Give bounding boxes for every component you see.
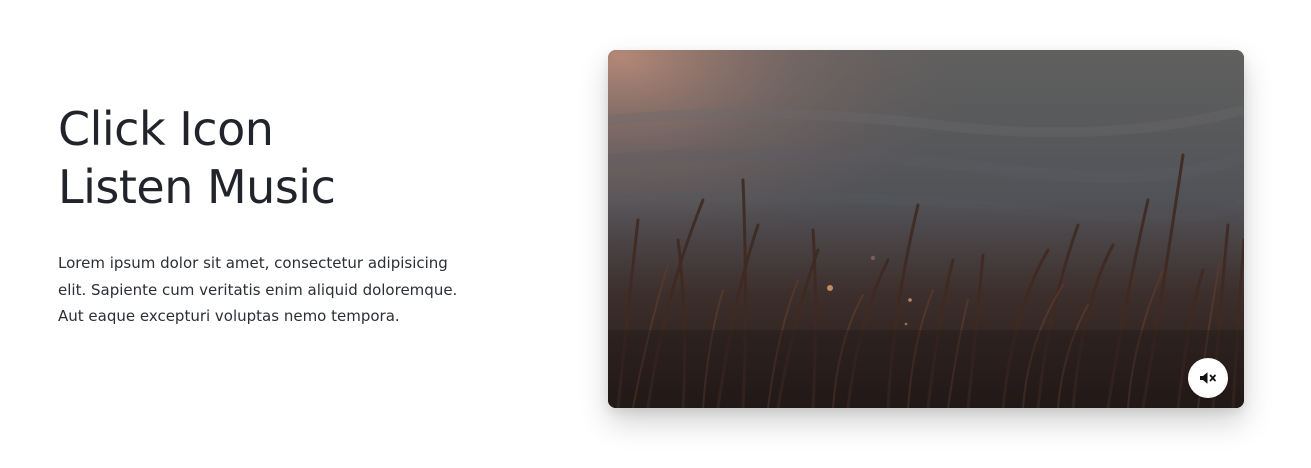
hero-title-line-2: Listen Music bbox=[58, 160, 336, 214]
hero-description: Lorem ipsum dolor sit amet, consectetur … bbox=[58, 254, 458, 325]
grass-field-video-frame bbox=[608, 50, 1244, 408]
background-video[interactable] bbox=[608, 50, 1244, 408]
hero-title-line-1: Click Icon bbox=[58, 102, 274, 156]
hero-title: Click Icon Listen Music bbox=[58, 100, 498, 216]
hero-text: Click Icon Listen Music Lorem ipsum dolo… bbox=[58, 100, 498, 330]
mute-toggle-button[interactable] bbox=[1188, 358, 1228, 398]
volume-mute-icon bbox=[1200, 372, 1216, 384]
